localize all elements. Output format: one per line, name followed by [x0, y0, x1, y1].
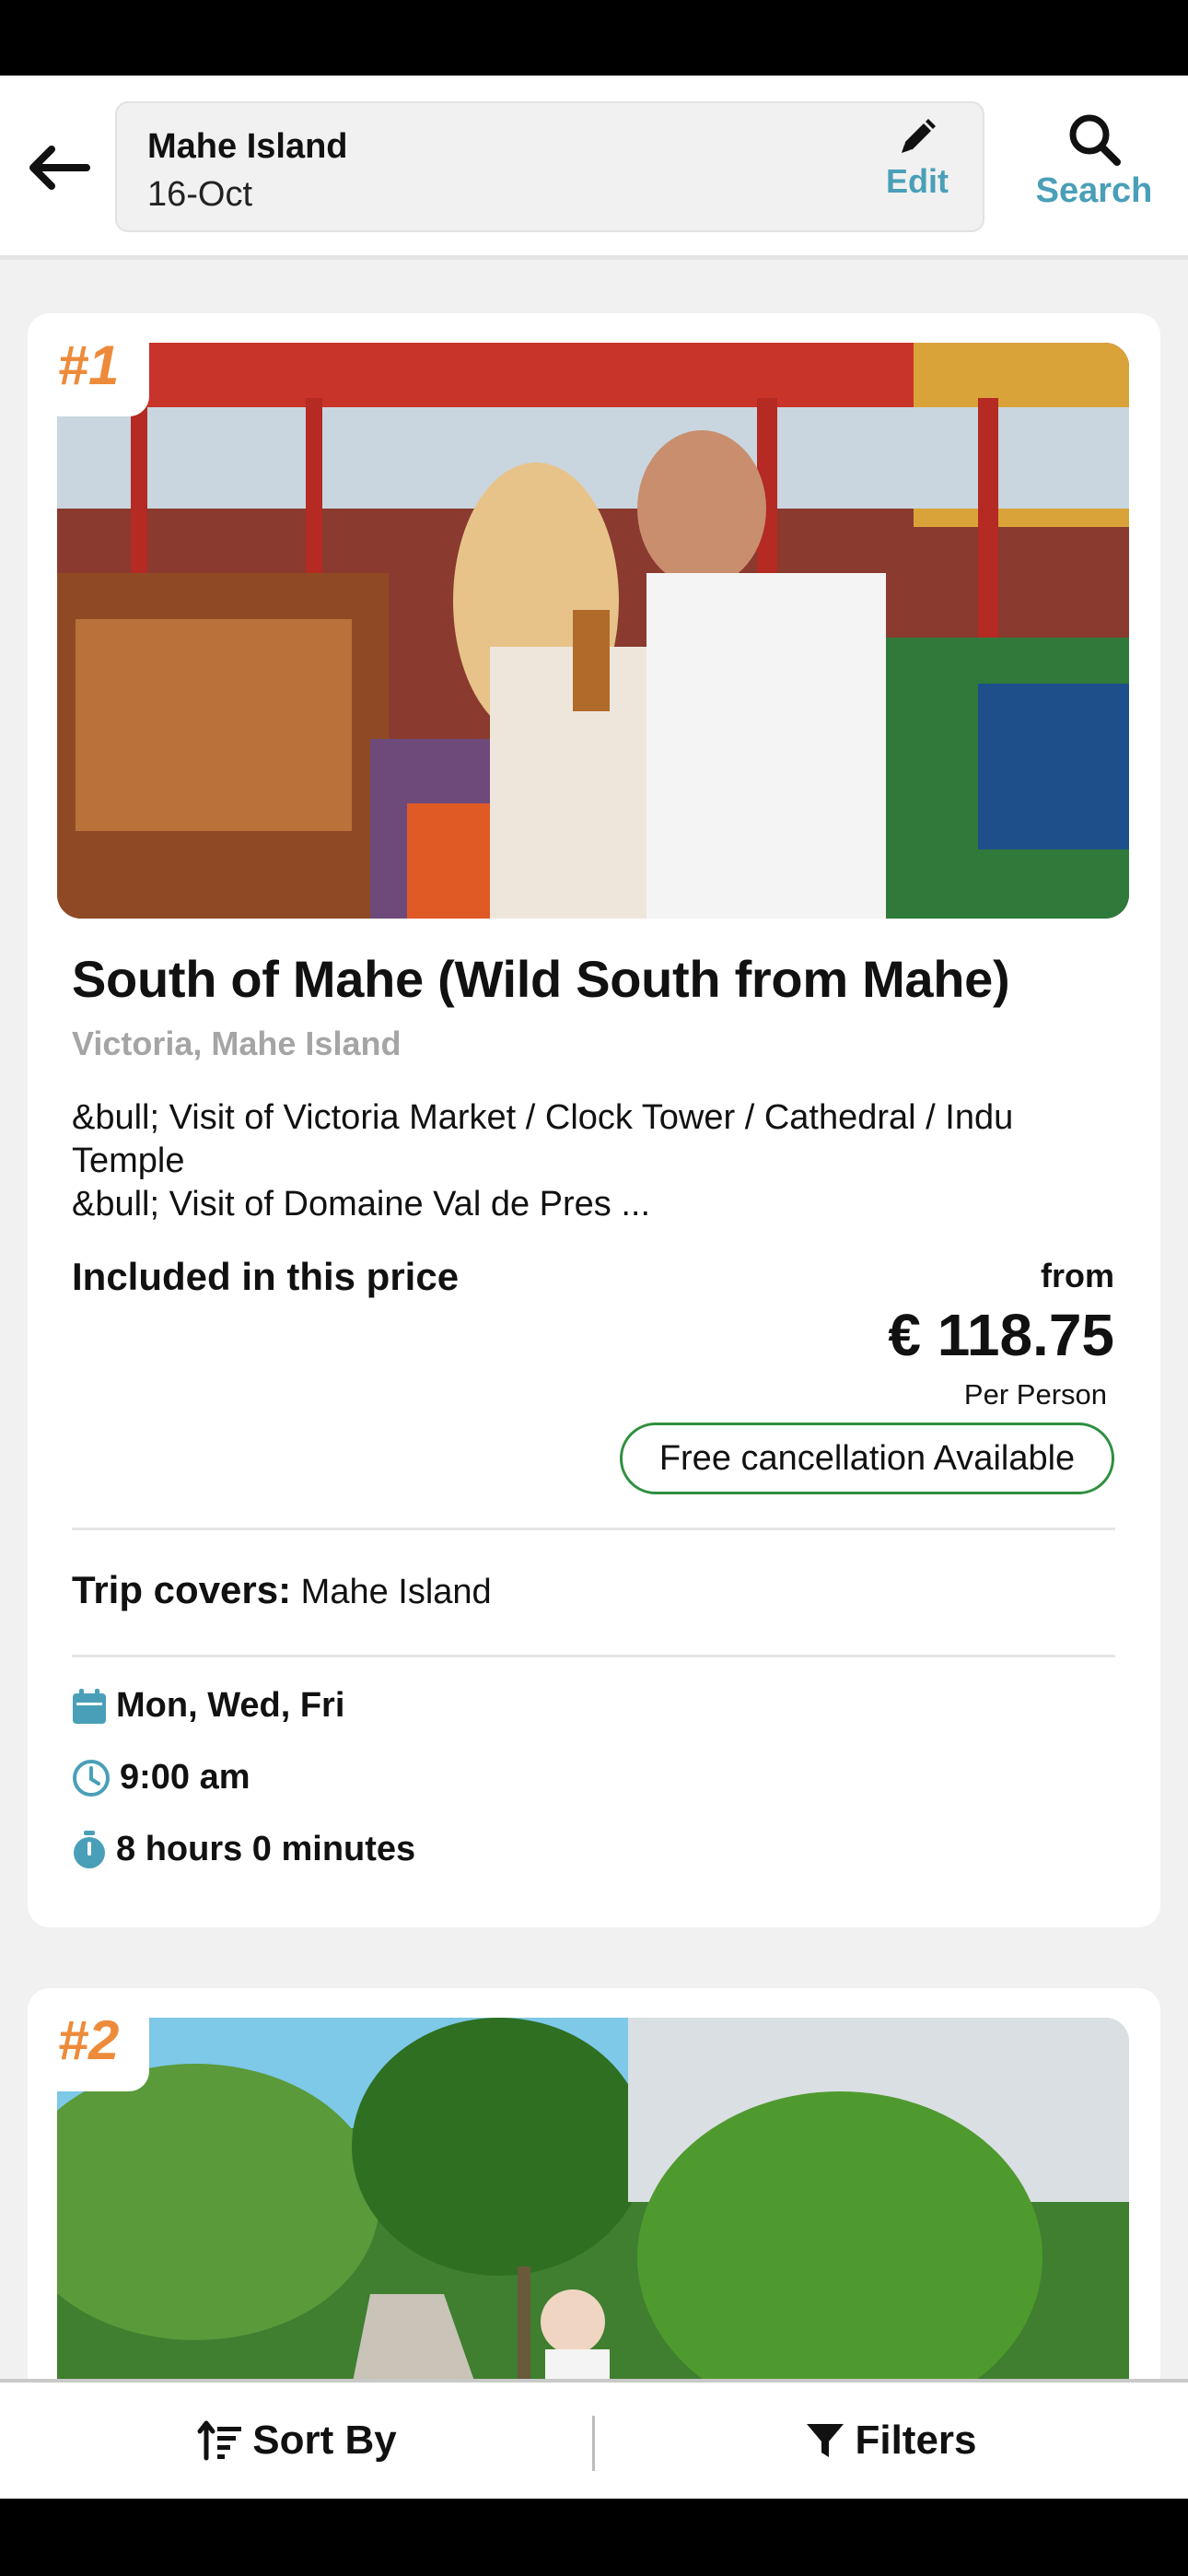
schedule-time: 9:00 am [72, 1758, 250, 1797]
arrow-left-icon [29, 146, 90, 190]
divider [72, 1528, 1115, 1530]
schedule-days: Mon, Wed, Fri [72, 1686, 344, 1726]
summary-date: 16-Oct [147, 175, 253, 214]
bottom-action-bar: Sort By Filters [0, 2379, 1188, 2499]
trip-covers-value: Mahe Island [300, 1573, 492, 1611]
result-card[interactable]: #1 South of Mahe (Wild South from Mahe) … [28, 313, 1160, 1927]
schedule-duration-text: 8 hours 0 minutes [116, 1830, 416, 1868]
free-cancellation-badge: Free cancellation Available [620, 1423, 1114, 1494]
rank-badge: #2 [28, 1988, 149, 2091]
edit-label: Edit [886, 162, 949, 200]
system-nav-bar [0, 2499, 1188, 2576]
search-icon [1069, 114, 1121, 166]
trip-covers-label: Trip covers: [72, 1568, 292, 1611]
tour-title[interactable]: South of Mahe (Wild South from Mahe) [72, 949, 1010, 1009]
schedule-days-text: Mon, Wed, Fri [116, 1686, 345, 1725]
filters-button[interactable]: Filters [594, 2383, 1188, 2499]
edit-button[interactable]: Edit [867, 116, 968, 217]
filters-label: Filters [855, 2418, 977, 2463]
tour-description: &bull; Visit of Victoria Market / Clock … [72, 1096, 1112, 1226]
description-line: &bull; Visit of Victoria Market / Clock … [72, 1098, 1014, 1180]
calendar-icon [72, 1688, 107, 1725]
sort-button[interactable]: Sort By [0, 2383, 594, 2499]
search-button[interactable]: Search [1011, 111, 1177, 230]
pencil-icon [902, 119, 936, 153]
included-label: Included in this price [72, 1255, 460, 1298]
schedule-duration: 8 hours 0 minutes [72, 1830, 415, 1869]
schedule-time-text: 9:00 am [120, 1758, 250, 1797]
stopwatch-icon [72, 1830, 107, 1869]
description-line: &bull; Visit of Domaine Val de Pres ... [72, 1185, 651, 1224]
status-bar [0, 0, 1188, 76]
price-prefix: from [1041, 1257, 1114, 1294]
tour-location: Victoria, Mahe Island [72, 1025, 402, 1062]
divider [72, 1655, 1115, 1657]
sort-icon [197, 2419, 243, 2462]
summary-destination: Mahe Island [147, 127, 348, 166]
trip-covers: Trip covers: Mahe Island [72, 1568, 492, 1612]
app-header: Mahe Island 16-Oct Edit Search [0, 76, 1188, 260]
market-photo-icon [57, 343, 1129, 919]
clock-icon [72, 1759, 111, 1797]
search-label: Search [1035, 171, 1153, 210]
price-unit: Per Person [963, 1378, 1107, 1411]
search-summary[interactable]: Mahe Island 16-Oct Edit [115, 101, 984, 232]
result-photo [57, 343, 1129, 919]
sort-label: Sort By [252, 2418, 397, 2463]
back-button[interactable] [20, 131, 96, 205]
rank-badge: #1 [28, 313, 149, 416]
filter-icon [805, 2421, 845, 2460]
price-value: € 118.75 [888, 1302, 1114, 1368]
